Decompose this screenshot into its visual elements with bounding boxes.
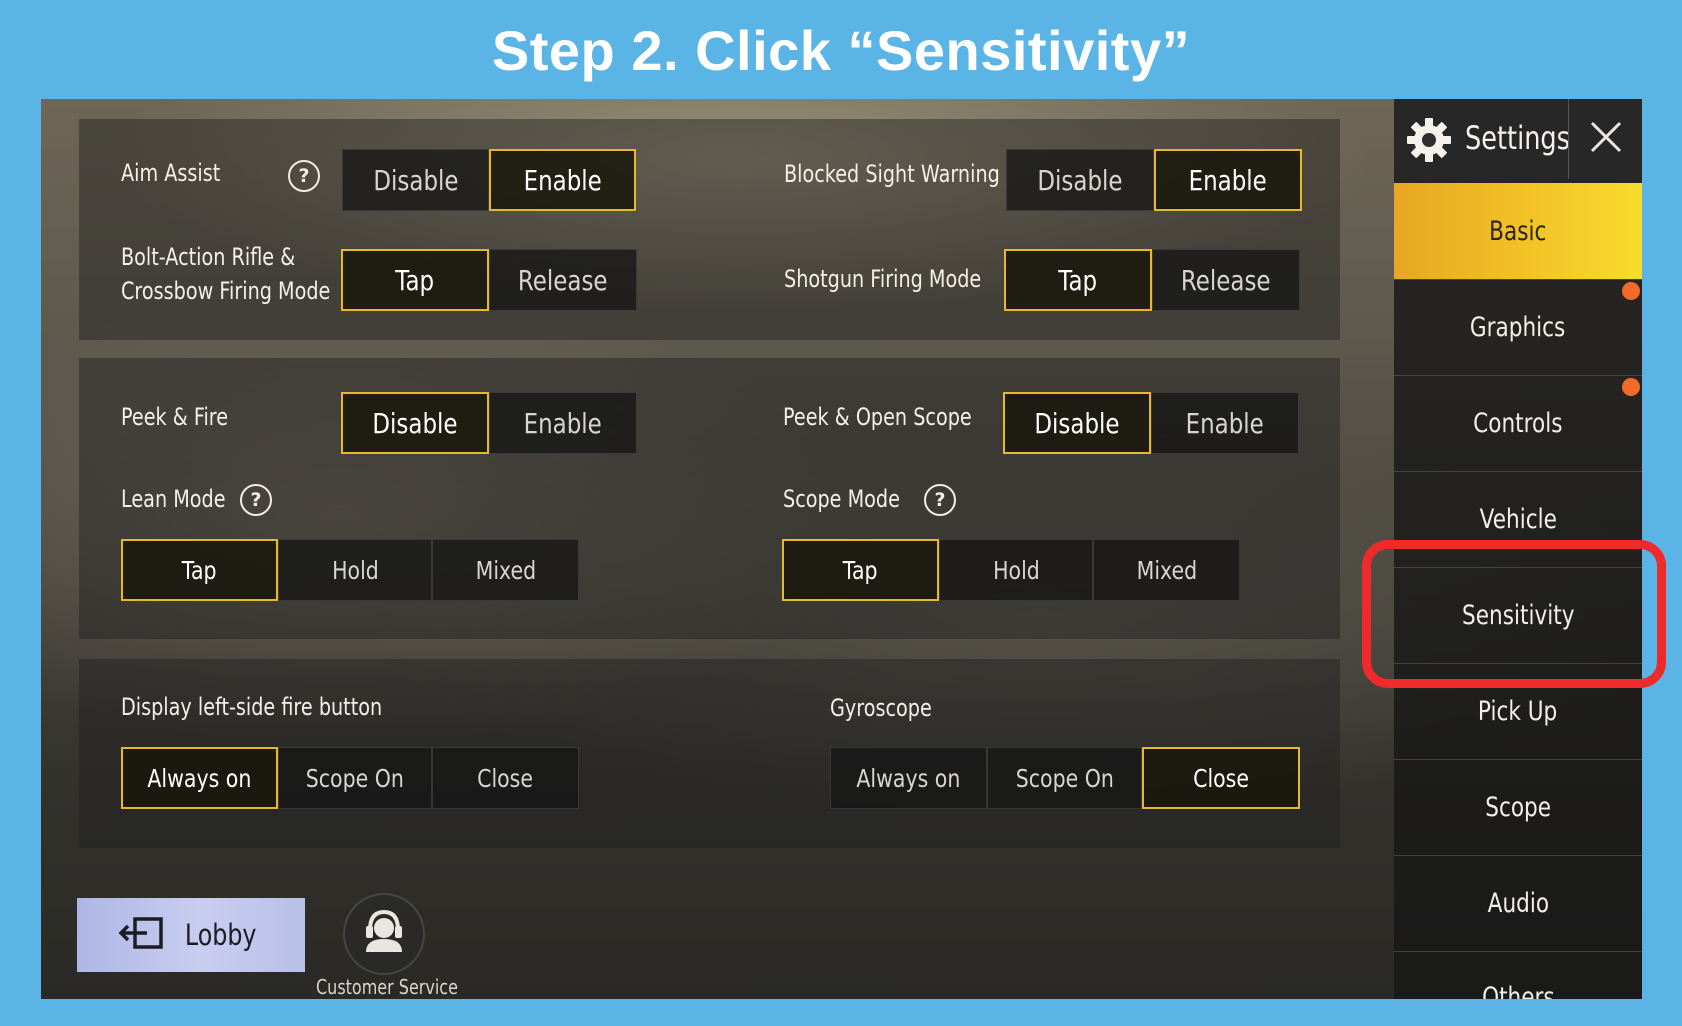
scope-mode-tap-button[interactable]: Tap: [782, 539, 939, 601]
gyroscope-label: Gyroscope: [830, 694, 932, 722]
close-icon: [1589, 120, 1623, 159]
lobby-label: Lobby: [185, 918, 257, 952]
shotgun-release-button[interactable]: Release: [1152, 249, 1300, 311]
peek-open-scope-enable-button[interactable]: Enable: [1151, 392, 1299, 454]
settings-title: Settings: [1465, 119, 1570, 157]
close-settings-button[interactable]: [1568, 99, 1642, 179]
peek-fire-enable-button[interactable]: Enable: [489, 392, 637, 454]
peek-open-scope-toggle: Disable Enable: [1003, 392, 1299, 454]
scope-mode-selector: Tap Hold Mixed: [782, 539, 1240, 601]
aim-assist-enable-button[interactable]: Enable: [489, 149, 636, 211]
scope-mode-help-icon[interactable]: ?: [924, 484, 956, 516]
left-fire-button-selector: Always on Scope On Close: [121, 747, 579, 809]
gyroscope-scope-on-button[interactable]: Scope On: [987, 747, 1142, 809]
tutorial-banner: Step 2. Click “Sensitivity”: [0, 0, 1682, 100]
lean-mode-tap-button[interactable]: Tap: [121, 539, 278, 601]
settings-header: Settings: [1394, 99, 1642, 179]
peek-fire-disable-button[interactable]: Disable: [341, 392, 489, 454]
gyroscope-close-button[interactable]: Close: [1142, 747, 1300, 809]
aim-assist-label: Aim Assist: [121, 159, 221, 187]
blocked-sight-warning-toggle: Disable Enable: [1006, 149, 1302, 211]
customer-service-label: Customer Service: [316, 975, 458, 999]
tab-others[interactable]: Others: [1394, 951, 1642, 999]
aim-assist-toggle: Disable Enable: [342, 149, 636, 211]
blocked-sight-enable-button[interactable]: Enable: [1154, 149, 1302, 211]
tab-graphics[interactable]: Graphics: [1394, 279, 1642, 375]
graphics-notification-dot: [1622, 282, 1640, 300]
tab-controls[interactable]: Controls: [1394, 375, 1642, 471]
lean-mode-mixed-button[interactable]: Mixed: [432, 539, 579, 601]
bolt-action-release-button[interactable]: Release: [489, 249, 637, 311]
gear-icon: [1406, 117, 1452, 163]
peek-fire-label: Peek & Fire: [121, 403, 229, 431]
scope-mode-hold-button[interactable]: Hold: [939, 539, 1093, 601]
lean-mode-help-icon[interactable]: ?: [240, 484, 272, 516]
peek-fire-toggle: Disable Enable: [341, 392, 637, 454]
gyroscope-always-on-button[interactable]: Always on: [830, 747, 987, 809]
tab-audio[interactable]: Audio: [1394, 855, 1642, 951]
gyroscope-selector: Always on Scope On Close: [830, 747, 1300, 809]
blocked-sight-disable-button[interactable]: Disable: [1006, 149, 1154, 211]
tutorial-step-title: Step 2. Click “Sensitivity”: [491, 18, 1191, 82]
blocked-sight-warning-label: Blocked Sight Warning: [784, 160, 1000, 188]
scope-mode-mixed-button[interactable]: Mixed: [1093, 539, 1240, 601]
left-fire-scope-on-button[interactable]: Scope On: [278, 747, 432, 809]
exit-icon: [117, 916, 165, 955]
lean-mode-hold-button[interactable]: Hold: [278, 539, 432, 601]
lean-mode-label: Lean Mode: [121, 485, 226, 513]
bolt-action-label-line1: Bolt-Action Rifle &: [121, 243, 296, 271]
sensitivity-highlight-box: [1362, 540, 1666, 688]
left-fire-button-label: Display left-side fire button: [121, 693, 383, 721]
bolt-action-toggle: Tap Release: [341, 249, 637, 311]
peek-open-scope-disable-button[interactable]: Disable: [1003, 392, 1151, 454]
lean-mode-selector: Tap Hold Mixed: [121, 539, 579, 601]
customer-service-button[interactable]: [343, 893, 425, 975]
lobby-button[interactable]: Lobby: [77, 898, 305, 972]
bolt-action-label-line2: Crossbow Firing Mode: [121, 277, 331, 305]
left-fire-always-on-button[interactable]: Always on: [121, 747, 278, 809]
shotgun-firing-mode-label: Shotgun Firing Mode: [784, 265, 982, 293]
tab-scope[interactable]: Scope: [1394, 759, 1642, 855]
aim-assist-help-icon[interactable]: ?: [288, 160, 320, 192]
bolt-action-tap-button[interactable]: Tap: [341, 249, 489, 311]
headset-icon: [358, 906, 410, 963]
shotgun-firing-mode-toggle: Tap Release: [1004, 249, 1300, 311]
left-fire-close-button[interactable]: Close: [432, 747, 579, 809]
peek-open-scope-label: Peek & Open Scope: [783, 403, 972, 431]
tab-basic[interactable]: Basic: [1394, 183, 1642, 279]
shotgun-tap-button[interactable]: Tap: [1004, 249, 1152, 311]
controls-notification-dot: [1622, 378, 1640, 396]
scope-mode-label: Scope Mode: [783, 485, 900, 513]
aim-assist-disable-button[interactable]: Disable: [342, 149, 489, 211]
